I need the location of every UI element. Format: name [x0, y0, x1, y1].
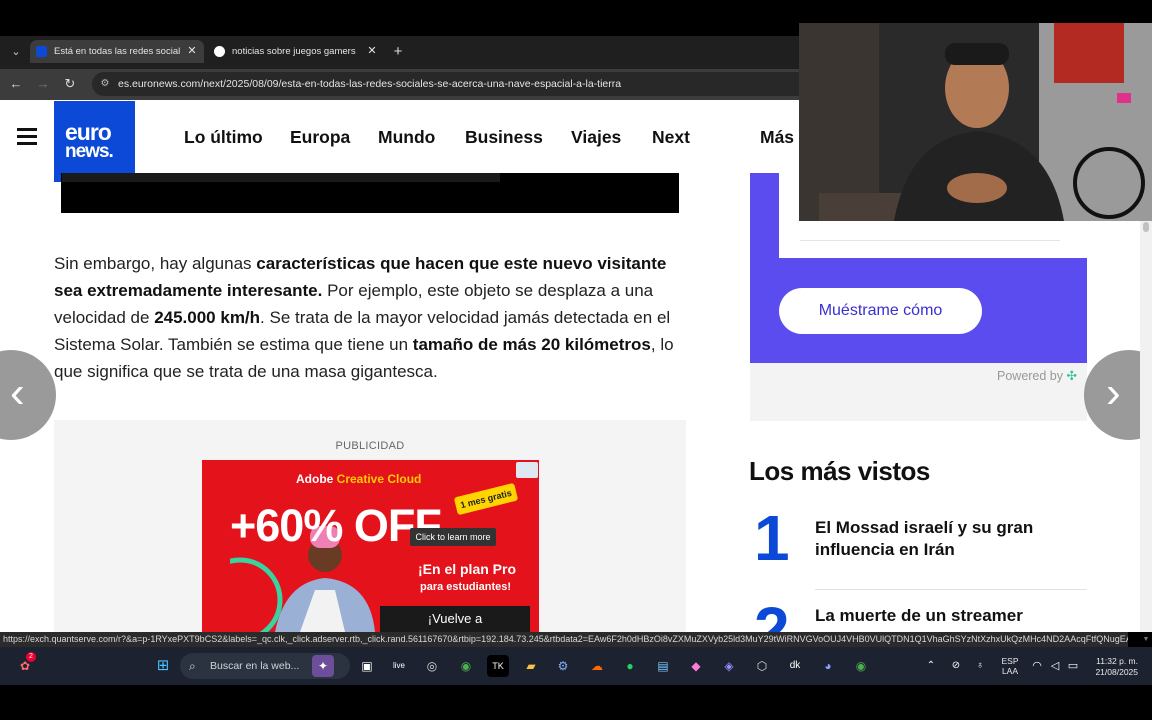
soundcloud-icon[interactable]: ☁: [586, 655, 608, 677]
tiktok-studio-icon[interactable]: TK: [487, 655, 509, 677]
tab-close-icon[interactable]: ✕: [366, 40, 378, 63]
network-off-icon[interactable]: ⊘: [945, 655, 967, 677]
clock-time: 11:32 p. m.: [1096, 656, 1138, 666]
dk-app-icon[interactable]: dk: [784, 655, 806, 677]
battery-icon[interactable]: ▭: [1062, 655, 1084, 677]
site-info-icon[interactable]: ⚙: [98, 77, 112, 91]
tab-title: Está en todas las redes sociales: [54, 46, 180, 57]
reload-icon[interactable]: ↻: [60, 74, 80, 94]
euronews-logo[interactable]: euro news.: [54, 101, 135, 182]
powered-by: Powered by ✣: [997, 368, 1077, 383]
sparkle-icon: ✣: [1066, 369, 1077, 383]
nav-next[interactable]: Next: [652, 124, 690, 150]
copilot-icon[interactable]: ◆: [685, 655, 707, 677]
clock-date: 21/08/2025: [1095, 667, 1138, 677]
logo-text-euro: euro: [65, 119, 112, 145]
url-text[interactable]: es.euronews.com/next/2025/08/09/esta-en-…: [118, 72, 798, 96]
search-icon: ⌕: [189, 659, 196, 673]
nav-europa[interactable]: Europa: [290, 124, 350, 150]
tab-search-dropdown-icon[interactable]: ⌄: [6, 44, 26, 60]
search-placeholder: Buscar en la web...: [210, 660, 300, 672]
microphone-icon[interactable]: ♁: [969, 655, 991, 677]
back-arrow-icon[interactable]: ←: [6, 74, 26, 94]
nav-mas[interactable]: Más: [760, 124, 794, 150]
notepad-icon[interactable]: ▤: [652, 655, 674, 677]
ad-brand-cc: Creative Cloud: [336, 472, 422, 486]
scroll-down-icon[interactable]: ▼: [1141, 636, 1151, 644]
powered-by-text: Powered by: [997, 369, 1064, 383]
tab-euronews[interactable]: Está en todas las redes sociales ✕: [30, 40, 204, 63]
nav-mundo[interactable]: Mundo: [378, 124, 435, 150]
adchoices-icon[interactable]: [516, 462, 538, 478]
most-viewed-link[interactable]: El Mossad israelí y su gran influencia e…: [815, 517, 1087, 561]
chrome-icon[interactable]: ◉: [455, 655, 477, 677]
euronews-favicon-icon: [36, 46, 47, 57]
spotify-icon[interactable]: ●: [619, 655, 641, 677]
most-viewed-heading: Los más vistos: [749, 456, 930, 486]
ad-line2: para estudiantes!: [420, 581, 512, 593]
nav-business[interactable]: Business: [465, 124, 543, 150]
new-tab-icon[interactable]: +: [390, 40, 406, 63]
chevron-up-icon[interactable]: ⌃: [920, 655, 942, 677]
clock[interactable]: 11:32 p. m. 21/08/2025: [1086, 656, 1138, 678]
ad-brand: Adobe Creative Cloud: [296, 472, 421, 486]
google-favicon-icon: [214, 46, 225, 57]
obs-icon[interactable]: ◎: [421, 655, 443, 677]
muestrame-como-button[interactable]: Muéstrame cómo: [779, 288, 982, 334]
tab-title: noticias sobre juegos gamers -: [232, 46, 358, 57]
most-viewed-link[interactable]: La muerte de un streamer: [815, 605, 1087, 627]
bottom-black-band: [0, 685, 1152, 720]
hamburger-menu-icon[interactable]: [17, 128, 37, 146]
ad-label: PUBLICIDAD: [335, 440, 405, 452]
windows-start-icon[interactable]: ⊞: [152, 655, 174, 677]
language-code: ESP: [1001, 656, 1019, 666]
tab-close-icon[interactable]: ✕: [186, 40, 198, 63]
article-text: Sin embargo, hay algunas: [54, 254, 257, 273]
scrollbar-thumb[interactable]: [1143, 222, 1149, 232]
file-explorer-icon[interactable]: ▰: [520, 655, 542, 677]
article-bold-text: tamaño de más 20 kilómetros: [412, 335, 651, 354]
most-viewed-rank: 1: [754, 502, 790, 574]
tab-google-search[interactable]: noticias sobre juegos gamers - ✕: [208, 40, 384, 63]
steam-icon[interactable]: ⚙: [552, 655, 574, 677]
article-paragraph: Sin embargo, hay algunas características…: [54, 250, 694, 385]
logo-text-news: news.: [65, 141, 114, 162]
live-app-icon[interactable]: live: [388, 655, 410, 677]
task-view-icon[interactable]: ▣: [356, 655, 378, 677]
video-caption-strip: [62, 173, 500, 182]
search-highlight-icon: ✦: [312, 655, 334, 677]
ad-line1: ¡En el plan Pro: [418, 561, 517, 577]
webcam-overlay: [799, 23, 1152, 221]
discord-icon[interactable]: ◕: [817, 655, 839, 677]
page-scrollbar[interactable]: [1140, 220, 1152, 632]
chevron-right-icon: ›: [1106, 368, 1121, 417]
notification-badge: 2: [26, 652, 36, 662]
chrome-active-icon[interactable]: ◉: [850, 655, 872, 677]
forward-arrow-icon[interactable]: →: [33, 74, 53, 94]
nav-lo-ultimo[interactable]: Lo último: [184, 124, 263, 150]
divider: [815, 589, 1087, 590]
language-indicator[interactable]: ESP LAA: [1000, 656, 1020, 676]
ad-brand-adobe: Adobe: [296, 472, 337, 486]
ad-tooltip: Click to learn more: [410, 528, 496, 546]
keyboard-layout: LAA: [1001, 666, 1019, 676]
ad-card-row: [800, 240, 1060, 241]
article-bold-text: 245.000 km/h: [154, 308, 261, 327]
unity-icon[interactable]: ⬡: [751, 655, 773, 677]
app-icon[interactable]: ◈: [718, 655, 740, 677]
ad-cta-button[interactable]: ¡Vuelve a: [380, 606, 530, 632]
nav-viajes[interactable]: Viajes: [571, 124, 621, 150]
link-status-bar: https://exch.quantserve.com/r?&a=p-1RYxe…: [0, 632, 1128, 647]
chevron-left-icon: ‹: [10, 368, 25, 417]
